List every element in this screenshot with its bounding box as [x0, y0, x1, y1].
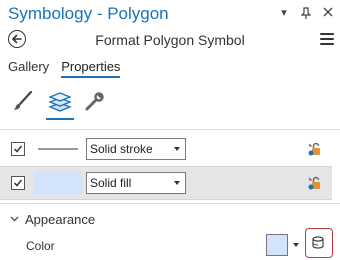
chevron-down-icon — [10, 214, 19, 225]
color-swatch — [266, 234, 288, 256]
layer-visibility-checkbox[interactable] — [11, 142, 25, 156]
symbol-layer-row-fill[interactable]: Solid fill — [0, 166, 332, 200]
layer-type-value: Solid stroke — [90, 142, 153, 156]
appearance-section-header[interactable]: Appearance — [10, 212, 95, 227]
layer-type-dropdown[interactable]: Solid stroke — [86, 138, 186, 160]
menu-icon[interactable] — [320, 33, 334, 45]
title-bar: Symbology - Polygon ▾ — [0, 0, 340, 28]
panel-title: Format Polygon Symbol — [95, 32, 245, 48]
symbol-layer-row-stroke[interactable]: Solid stroke — [0, 132, 332, 166]
divider — [0, 129, 340, 130]
window-title: Symbology - Polygon — [8, 4, 169, 23]
fill-preview-swatch — [34, 171, 82, 195]
attribute-mapping-button[interactable] — [305, 228, 333, 258]
subtab-wrench[interactable] — [80, 86, 110, 120]
close-icon[interactable] — [322, 7, 334, 22]
layer-visibility-checkbox[interactable] — [11, 176, 25, 190]
lock-layer-icon[interactable] — [307, 175, 323, 191]
color-picker[interactable] — [266, 234, 300, 256]
wrench-icon — [85, 92, 104, 111]
subtab-brush[interactable] — [8, 86, 38, 120]
subtab-layers[interactable] — [44, 86, 74, 120]
panel-header: Format Polygon Symbol — [0, 28, 340, 52]
stroke-preview — [38, 148, 78, 150]
database-icon — [312, 236, 324, 249]
window-controls: ▾ — [278, 7, 334, 22]
tab-gallery[interactable]: Gallery — [8, 59, 49, 78]
checkmark-icon — [13, 179, 23, 187]
color-label: Color — [26, 239, 55, 253]
options-dropdown-icon[interactable]: ▾ — [278, 7, 290, 22]
divider — [0, 203, 340, 204]
layers-icon — [48, 92, 72, 112]
layer-type-value: Solid fill — [90, 176, 132, 190]
pin-icon[interactable] — [300, 7, 312, 22]
lock-layer-icon[interactable] — [307, 141, 323, 157]
checkmark-icon — [13, 145, 23, 153]
chevron-down-icon — [174, 181, 180, 185]
symbol-subtabs — [8, 86, 110, 120]
brush-icon — [14, 90, 33, 110]
tab-properties[interactable]: Properties — [61, 59, 121, 78]
layer-type-dropdown[interactable]: Solid fill — [86, 172, 186, 194]
appearance-section-label: Appearance — [25, 212, 96, 227]
tab-bar: Gallery Properties — [8, 59, 121, 78]
chevron-down-icon — [174, 147, 180, 151]
chevron-down-icon — [293, 243, 299, 247]
